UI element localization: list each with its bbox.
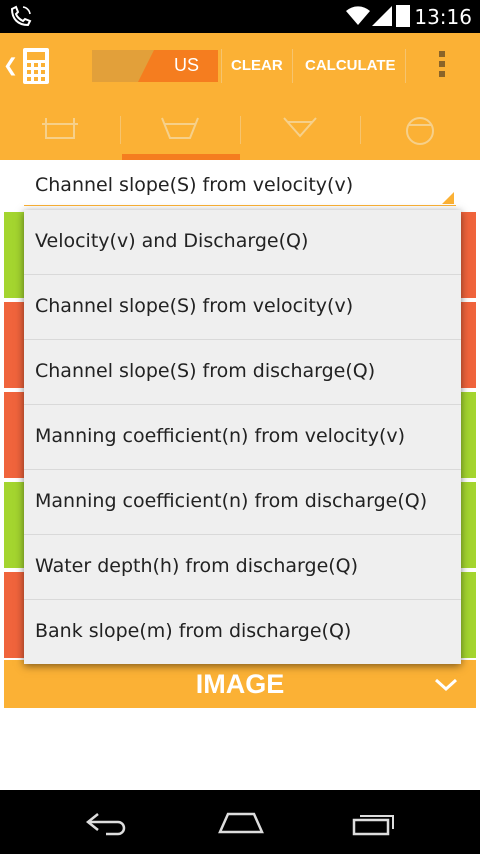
spinner-selected-value: Channel slope(S) from velocity(v)	[35, 174, 354, 196]
wifi-icon	[346, 6, 370, 26]
status-bar: 13:16	[0, 0, 480, 33]
overflow-menu-icon[interactable]	[438, 51, 446, 81]
dropdown-option-manning-from-velocity[interactable]: Manning coefficient(n) from velocity(v)	[24, 405, 461, 470]
spinner-underline	[24, 205, 456, 206]
dropdown-option-label: Manning coefficient(n) from velocity(v)	[35, 425, 406, 447]
up-navigation-icon[interactable]: ❮	[3, 55, 18, 76]
dropdown-option-slope-from-discharge[interactable]: Channel slope(S) from discharge(Q)	[24, 340, 461, 405]
trapezoidal-channel-icon	[161, 117, 199, 139]
divider	[405, 49, 406, 83]
back-icon[interactable]	[84, 810, 130, 836]
dropdown-option-label: Channel slope(S) from velocity(v)	[35, 295, 354, 317]
divider	[221, 49, 222, 83]
dropdown-option-label: Bank slope(m) from discharge(Q)	[35, 620, 352, 642]
channel-shape-tabs	[0, 98, 480, 160]
dropdown-option-bank-slope-from-discharge[interactable]: Bank slope(m) from discharge(Q)	[24, 600, 461, 665]
dropdown-option-velocity-discharge[interactable]: Velocity(v) and Discharge(Q)	[24, 210, 461, 275]
phone-call-icon	[10, 5, 32, 27]
dropdown-option-label: Water depth(h) from discharge(Q)	[35, 555, 359, 577]
tab-triangular-channel[interactable]	[240, 98, 360, 160]
triangular-channel-icon	[283, 117, 317, 138]
divider	[292, 49, 293, 83]
circular-channel-icon	[406, 117, 434, 145]
dropdown-option-label: Manning coefficient(n) from discharge(Q)	[35, 490, 428, 512]
chevron-down-icon	[434, 678, 458, 692]
home-icon[interactable]	[216, 810, 266, 836]
spinner-dropdown-indicator	[442, 192, 454, 204]
unit-selected-label: US	[174, 55, 200, 75]
calculation-type-dropdown: Velocity(v) and Discharge(Q) Channel slo…	[24, 210, 461, 664]
dropdown-option-depth-from-discharge[interactable]: Water depth(h) from discharge(Q)	[24, 535, 461, 600]
calculate-button[interactable]: CALCULATE	[305, 33, 396, 98]
clear-button[interactable]: CLEAR	[231, 33, 283, 98]
calculation-type-spinner[interactable]: Channel slope(S) from velocity(v)	[0, 160, 480, 210]
recent-apps-icon[interactable]	[350, 810, 398, 836]
dropdown-option-slope-from-velocity[interactable]: Channel slope(S) from velocity(v)	[24, 275, 461, 340]
battery-icon	[396, 5, 410, 27]
image-section-toggle[interactable]: IMAGE	[4, 660, 476, 708]
action-bar: ❮ US CLEAR CALCULATE	[0, 33, 480, 98]
status-time: 13:16	[414, 5, 472, 29]
tab-circular-channel[interactable]	[360, 98, 480, 160]
tab-trapezoidal-channel[interactable]	[120, 98, 240, 160]
signal-icon	[372, 6, 392, 26]
dropdown-option-label: Velocity(v) and Discharge(Q)	[35, 230, 309, 252]
system-navigation-bar	[0, 790, 480, 854]
tab-rectangular-channel[interactable]	[0, 98, 120, 160]
unit-system-toggle[interactable]: US	[92, 50, 218, 82]
calculator-app-icon[interactable]	[22, 47, 50, 85]
dropdown-option-manning-from-discharge[interactable]: Manning coefficient(n) from discharge(Q)	[24, 470, 461, 535]
rectangular-channel-icon	[42, 118, 78, 139]
image-section-label: IMAGE	[195, 669, 285, 699]
dropdown-option-label: Channel slope(S) from discharge(Q)	[35, 360, 376, 382]
